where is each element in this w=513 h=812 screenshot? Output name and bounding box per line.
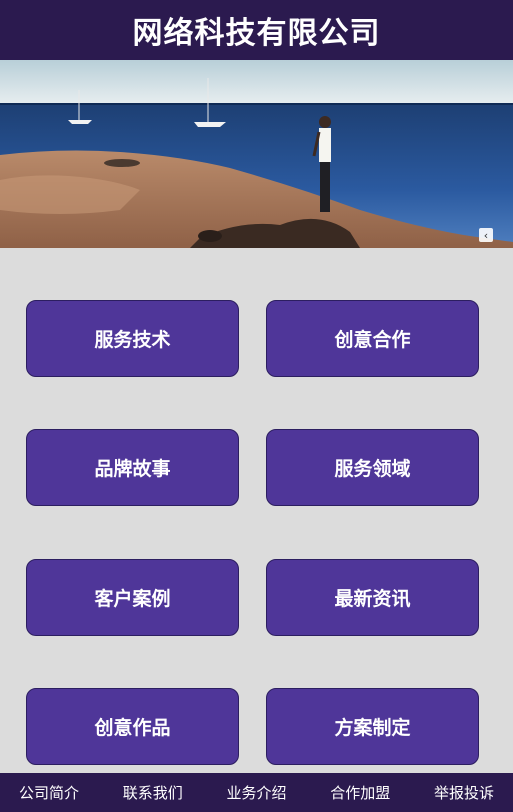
tile-latest-news[interactable]: 最新资讯	[266, 559, 479, 636]
page: 网络科技有限公司 ‹ 服务技术 创意合作 品牌故事 服务领域 客户案例 最新资讯…	[0, 0, 513, 812]
menu-grid: 服务技术 创意合作 品牌故事 服务领域 客户案例 最新资讯 创意作品 方案制定	[0, 248, 513, 773]
banner-carousel[interactable]: ‹	[0, 60, 513, 248]
header-bar: 网络科技有限公司	[0, 0, 513, 61]
chevron-left-icon[interactable]: ‹	[479, 228, 493, 242]
tile-service-tech[interactable]: 服务技术	[26, 300, 239, 377]
tile-creative-cooperation[interactable]: 创意合作	[266, 300, 479, 377]
nav-item-company-intro[interactable]: 公司简介	[19, 782, 79, 803]
tile-solution-planning[interactable]: 方案制定	[266, 688, 479, 765]
tile-creative-works[interactable]: 创意作品	[26, 688, 239, 765]
bottom-nav: 公司简介 联系我们 业务介绍 合作加盟 举报投诉	[0, 773, 513, 812]
nav-item-contact-us[interactable]: 联系我们	[123, 782, 183, 803]
banner-image	[0, 60, 513, 248]
site-title: 网络科技有限公司	[132, 16, 381, 51]
tile-service-area[interactable]: 服务领域	[266, 429, 479, 506]
nav-item-partnership[interactable]: 合作加盟	[330, 782, 390, 803]
nav-item-report[interactable]: 举报投诉	[434, 782, 494, 803]
tile-brand-story[interactable]: 品牌故事	[26, 429, 239, 506]
nav-item-business-intro[interactable]: 业务介绍	[226, 782, 286, 803]
tile-client-cases[interactable]: 客户案例	[26, 559, 239, 636]
